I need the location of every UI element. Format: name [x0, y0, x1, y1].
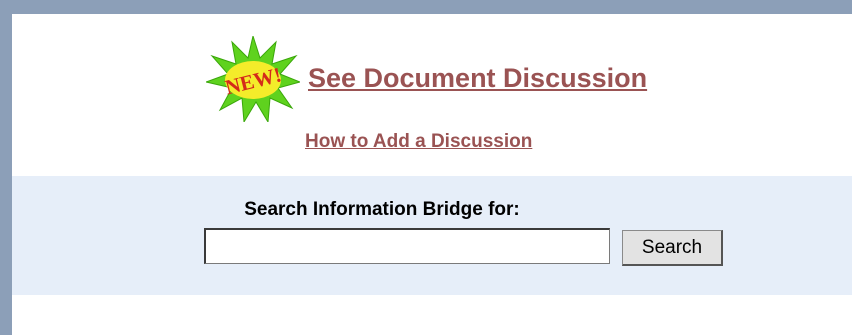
- see-document-discussion-link[interactable]: See Document Discussion: [308, 63, 647, 94]
- new-starburst-icon: NEW!: [206, 36, 300, 122]
- search-title: Search Information Bridge for:: [244, 199, 520, 220]
- left-frame-bar: [0, 0, 12, 335]
- top-frame-bar: [0, 0, 852, 14]
- search-panel: Search Information Bridge for: Search: [12, 176, 852, 295]
- page-frame: NEW! See Document Discussion How to Add …: [0, 0, 852, 335]
- search-button[interactable]: Search: [622, 230, 723, 266]
- how-to-add-discussion-link[interactable]: How to Add a Discussion: [305, 131, 532, 153]
- search-input[interactable]: [204, 228, 610, 264]
- content-area: NEW! See Document Discussion How to Add …: [12, 14, 852, 335]
